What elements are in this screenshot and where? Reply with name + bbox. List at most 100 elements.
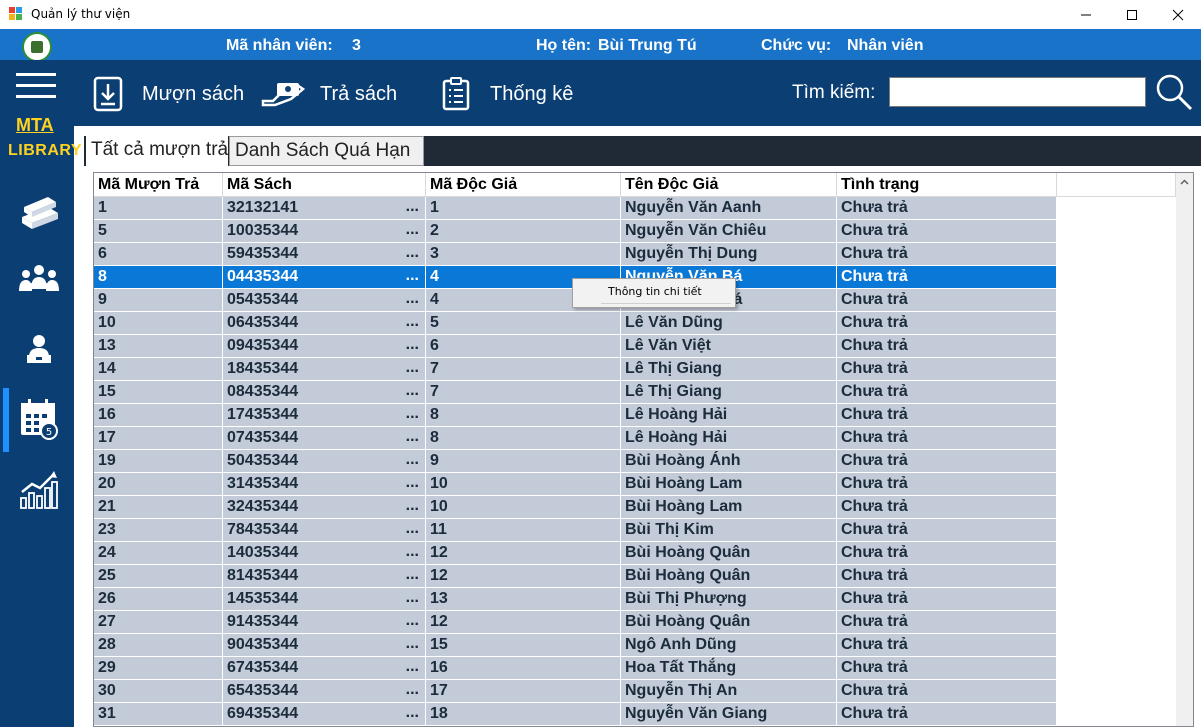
cell-status[interactable]: Chưa trả [837, 289, 1057, 312]
cell-reader-id[interactable]: 12 [426, 611, 621, 634]
cell-borrow-id[interactable]: 13 [94, 335, 223, 358]
table-row[interactable]: 21 32435344... 10 Bùi Hoàng Lam Chưa trả [94, 496, 1176, 519]
cell-book-id[interactable]: 14535344... [223, 588, 426, 611]
cell-reader-id[interactable]: 1 [426, 197, 621, 220]
cell-status[interactable]: Chưa trả [837, 220, 1057, 243]
cell-borrow-id[interactable]: 5 [94, 220, 223, 243]
search-input[interactable] [889, 77, 1146, 107]
cell-borrow-id[interactable]: 29 [94, 657, 223, 680]
cell-ellipsis[interactable]: ... [406, 336, 419, 354]
cell-status[interactable]: Chưa trả [837, 542, 1057, 565]
cell-borrow-id[interactable]: 10 [94, 312, 223, 335]
cell-status[interactable]: Chưa trả [837, 611, 1057, 634]
table-row[interactable]: 14 18435344... 7 Lê Thị Giang Chưa trả [94, 358, 1176, 381]
cell-ellipsis[interactable]: ... [406, 681, 419, 699]
cell-ellipsis[interactable]: ... [406, 221, 419, 239]
column-header-reader-id[interactable]: Mã Độc Giả [426, 173, 621, 197]
cell-status[interactable]: Chưa trả [837, 427, 1057, 450]
cell-borrow-id[interactable]: 23 [94, 519, 223, 542]
cell-book-id[interactable]: 69435344... [223, 703, 426, 726]
cell-reader-id[interactable]: 16 [426, 657, 621, 680]
cell-borrow-id[interactable]: 17 [94, 427, 223, 450]
sidebar-item-books[interactable] [12, 186, 66, 240]
table-row[interactable]: 19 50435344... 9 Bùi Hoàng Ánh Chưa trả [94, 450, 1176, 473]
cell-book-id[interactable]: 04435344... [223, 266, 426, 289]
cell-book-id[interactable]: 05435344... [223, 289, 426, 312]
cell-book-id[interactable]: 67435344... [223, 657, 426, 680]
cell-status[interactable]: Chưa trả [837, 565, 1057, 588]
table-row[interactable]: 6 59435344... 3 Nguyễn Thị Dung Chưa trả [94, 243, 1176, 266]
cell-reader-id[interactable]: 3 [426, 243, 621, 266]
vertical-scrollbar[interactable] [1176, 173, 1193, 726]
tab-overdue-list[interactable]: Danh Sách Quá Hạn [229, 136, 424, 166]
table-row[interactable]: 16 17435344... 8 Lê Hoàng Hải Chưa trả [94, 404, 1176, 427]
cell-reader-id[interactable]: 13 [426, 588, 621, 611]
cell-reader-name[interactable]: Bùi Thị Phượng [621, 588, 837, 611]
sidebar-item-statistics[interactable] [12, 462, 66, 516]
cell-ellipsis[interactable]: ... [406, 382, 419, 400]
cell-status[interactable]: Chưa trả [837, 680, 1057, 703]
cell-ellipsis[interactable]: ... [406, 497, 419, 515]
cell-book-id[interactable]: 09435344... [223, 335, 426, 358]
search-icon[interactable] [1154, 72, 1194, 112]
cell-status[interactable]: Chưa trả [837, 243, 1057, 266]
cell-book-id[interactable]: 06435344... [223, 312, 426, 335]
cell-ellipsis[interactable]: ... [406, 290, 419, 308]
cell-book-id[interactable]: 17435344... [223, 404, 426, 427]
cell-reader-name[interactable]: Bùi Hoàng Quân [621, 542, 837, 565]
table-row[interactable]: 1 32132141... 1 Nguyễn Văn Aanh Chưa trả [94, 197, 1176, 220]
cell-borrow-id[interactable]: 25 [94, 565, 223, 588]
cell-reader-name[interactable]: Ngô Anh Dũng [621, 634, 837, 657]
cell-reader-name[interactable]: Bùi Hoàng Lam [621, 473, 837, 496]
cell-ellipsis[interactable]: ... [406, 405, 419, 423]
cell-status[interactable]: Chưa trả [837, 473, 1057, 496]
cell-ellipsis[interactable]: ... [406, 589, 419, 607]
cell-ellipsis[interactable]: ... [406, 543, 419, 561]
cell-status[interactable]: Chưa trả [837, 404, 1057, 427]
sidebar-item-staff[interactable] [12, 322, 66, 376]
cell-ellipsis[interactable]: ... [406, 566, 419, 584]
table-row[interactable]: 20 31435344... 10 Bùi Hoàng Lam Chưa trả [94, 473, 1176, 496]
cell-borrow-id[interactable]: 24 [94, 542, 223, 565]
tab-all-borrows[interactable]: Tất cả mượn trả [86, 134, 228, 168]
cell-book-id[interactable]: 08435344... [223, 381, 426, 404]
cell-reader-name[interactable]: Nguyễn Thị Dung [621, 243, 837, 266]
cell-reader-name[interactable]: Lê Văn Dũng [621, 312, 837, 335]
cell-ellipsis[interactable]: ... [406, 267, 419, 285]
cell-ellipsis[interactable]: ... [406, 474, 419, 492]
return-book-button[interactable]: Trả sách [260, 76, 397, 112]
cell-borrow-id[interactable]: 15 [94, 381, 223, 404]
cell-ellipsis[interactable]: ... [406, 612, 419, 630]
cell-ellipsis[interactable]: ... [406, 635, 419, 653]
cell-book-id[interactable]: 50435344... [223, 450, 426, 473]
cell-status[interactable]: Chưa trả [837, 450, 1057, 473]
cell-borrow-id[interactable]: 9 [94, 289, 223, 312]
table-row[interactable]: 27 91435344... 12 Bùi Hoàng Quân Chưa trả [94, 611, 1176, 634]
cell-borrow-id[interactable]: 21 [94, 496, 223, 519]
sidebar-item-readers[interactable] [12, 252, 66, 306]
maximize-button[interactable] [1109, 0, 1155, 29]
cell-reader-name[interactable]: Hoa Tất Thắng [621, 657, 837, 680]
cell-status[interactable]: Chưa trả [837, 358, 1057, 381]
cell-status[interactable]: Chưa trả [837, 657, 1057, 680]
cell-reader-id[interactable]: 2 [426, 220, 621, 243]
cell-reader-id[interactable]: 6 [426, 335, 621, 358]
cell-reader-id[interactable]: 9 [426, 450, 621, 473]
cell-reader-id[interactable]: 17 [426, 680, 621, 703]
table-row[interactable]: 28 90435344... 15 Ngô Anh Dũng Chưa trả [94, 634, 1176, 657]
cell-status[interactable]: Chưa trả [837, 519, 1057, 542]
table-row[interactable]: 13 09435344... 6 Lê Văn Việt Chưa trả [94, 335, 1176, 358]
cell-book-id[interactable]: 32132141... [223, 197, 426, 220]
cell-status[interactable]: Chưa trả [837, 266, 1057, 289]
cell-reader-id[interactable]: 15 [426, 634, 621, 657]
cell-borrow-id[interactable]: 30 [94, 680, 223, 703]
cell-borrow-id[interactable]: 8 [94, 266, 223, 289]
column-header-reader-name[interactable]: Tên Độc Giả [621, 173, 837, 197]
cell-borrow-id[interactable]: 1 [94, 197, 223, 220]
cell-status[interactable]: Chưa trả [837, 496, 1057, 519]
cell-reader-name[interactable]: Bùi Thị Kim [621, 519, 837, 542]
cell-status[interactable]: Chưa trả [837, 335, 1057, 358]
cell-ellipsis[interactable]: ... [406, 428, 419, 446]
cell-book-id[interactable]: 81435344... [223, 565, 426, 588]
cell-reader-id[interactable]: 12 [426, 542, 621, 565]
